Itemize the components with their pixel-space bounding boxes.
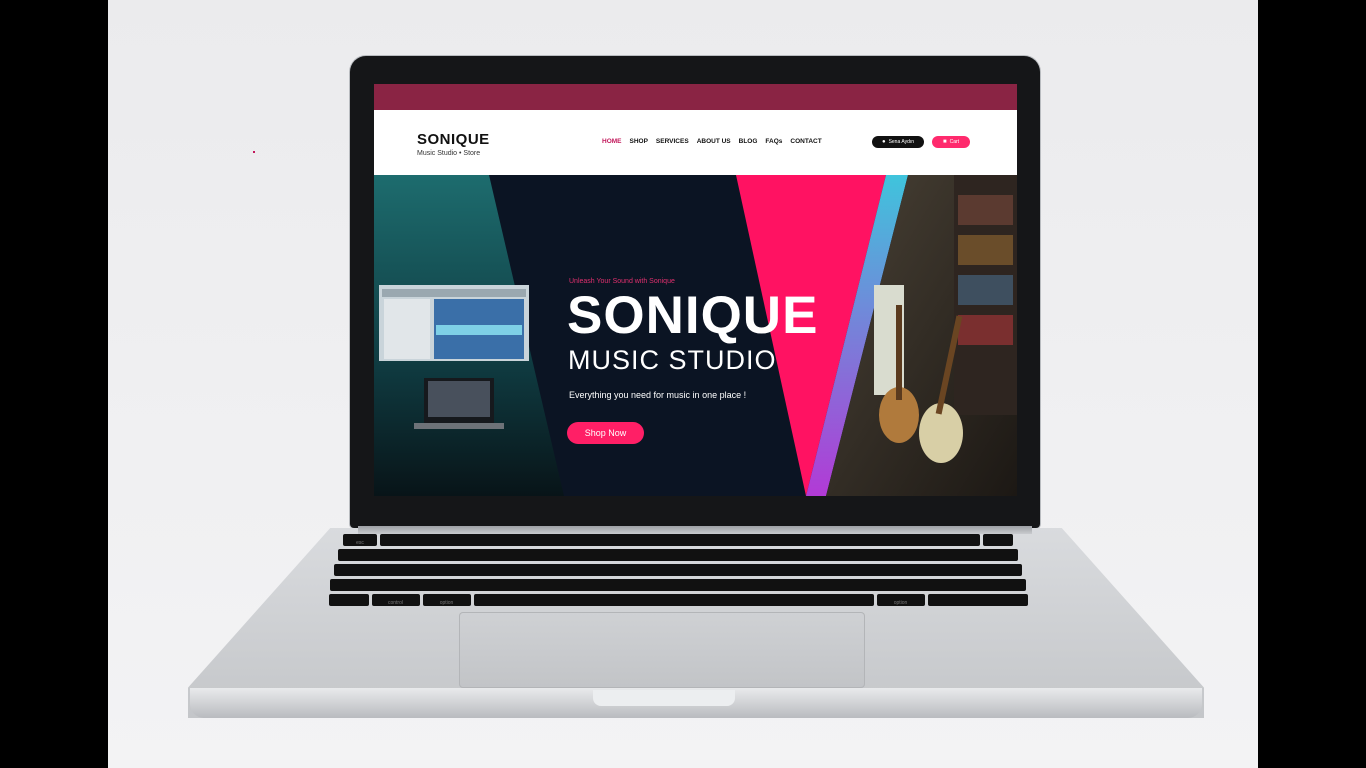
nav-blog[interactable]: BLOG: [739, 138, 758, 145]
background-speck: [253, 151, 255, 153]
nav-contact[interactable]: CONTACT: [790, 138, 821, 145]
shop-now-button[interactable]: Shop Now: [567, 422, 644, 444]
key-esc: esc: [343, 534, 377, 546]
cart-label: Cart: [949, 139, 960, 145]
key-option-left: option: [422, 594, 471, 606]
key-fn: [328, 594, 369, 606]
keyboard-row: [306, 579, 1050, 591]
cart-icon: ■: [942, 139, 947, 145]
nav-home[interactable]: HOME: [602, 138, 622, 145]
main-menu: HOME SHOP SERVICES ABOUT US BLOG FAQs CO…: [602, 138, 822, 145]
nav-about-us[interactable]: ABOUT US: [697, 138, 731, 145]
top-bar: [374, 84, 1017, 110]
keyboard-row: esc: [306, 534, 1050, 546]
lid-opening-notch: [593, 690, 735, 706]
nav-shop[interactable]: SHOP: [630, 138, 648, 145]
hero-subtitle: MUSIC STUDIO: [568, 345, 777, 375]
user-icon: ●: [881, 139, 886, 145]
key-power: [983, 534, 1013, 546]
key-qwerty-row: [334, 564, 1022, 576]
key-option-right: option: [876, 594, 925, 606]
cart-button[interactable]: ■ Cart: [932, 136, 970, 148]
keyboard: esc control option option: [306, 534, 1050, 616]
key-number-row: [338, 549, 1018, 561]
trackpad: [459, 612, 865, 688]
hero-banner: Unleash Your Sound with Sonique SONIQUE …: [374, 175, 1017, 496]
brand-title[interactable]: SONIQUE: [417, 131, 490, 148]
nav-services[interactable]: SERVICES: [656, 138, 689, 145]
keyboard-row: control option option: [306, 594, 1050, 606]
brand-subtitle: Music Studio • Store: [417, 150, 481, 157]
key-home-row: [330, 579, 1026, 591]
key-arrows: [927, 594, 1028, 606]
key-space: [473, 594, 874, 606]
key-control: control: [371, 594, 420, 606]
key-function-row: [380, 534, 980, 546]
site-header: SONIQUE Music Studio • Store HOME SHOP S…: [374, 110, 1017, 174]
keyboard-row: [306, 549, 1050, 561]
hero-title: SONIQUE: [567, 286, 819, 345]
hero-eyebrow: Unleash Your Sound with Sonique: [569, 278, 675, 285]
hero-text: Everything you need for music in one pla…: [569, 390, 747, 400]
user-account-button[interactable]: ● Sena Aydın: [872, 136, 924, 148]
laptop-screen: SONIQUE Music Studio • Store HOME SHOP S…: [374, 84, 1017, 496]
laptop-hinge: [358, 526, 1032, 534]
nav-faqs[interactable]: FAQs: [765, 138, 782, 145]
user-name: Sena Aydın: [888, 139, 915, 145]
photo-background: SONIQUE Music Studio • Store HOME SHOP S…: [108, 0, 1258, 768]
keyboard-row: [306, 564, 1050, 576]
